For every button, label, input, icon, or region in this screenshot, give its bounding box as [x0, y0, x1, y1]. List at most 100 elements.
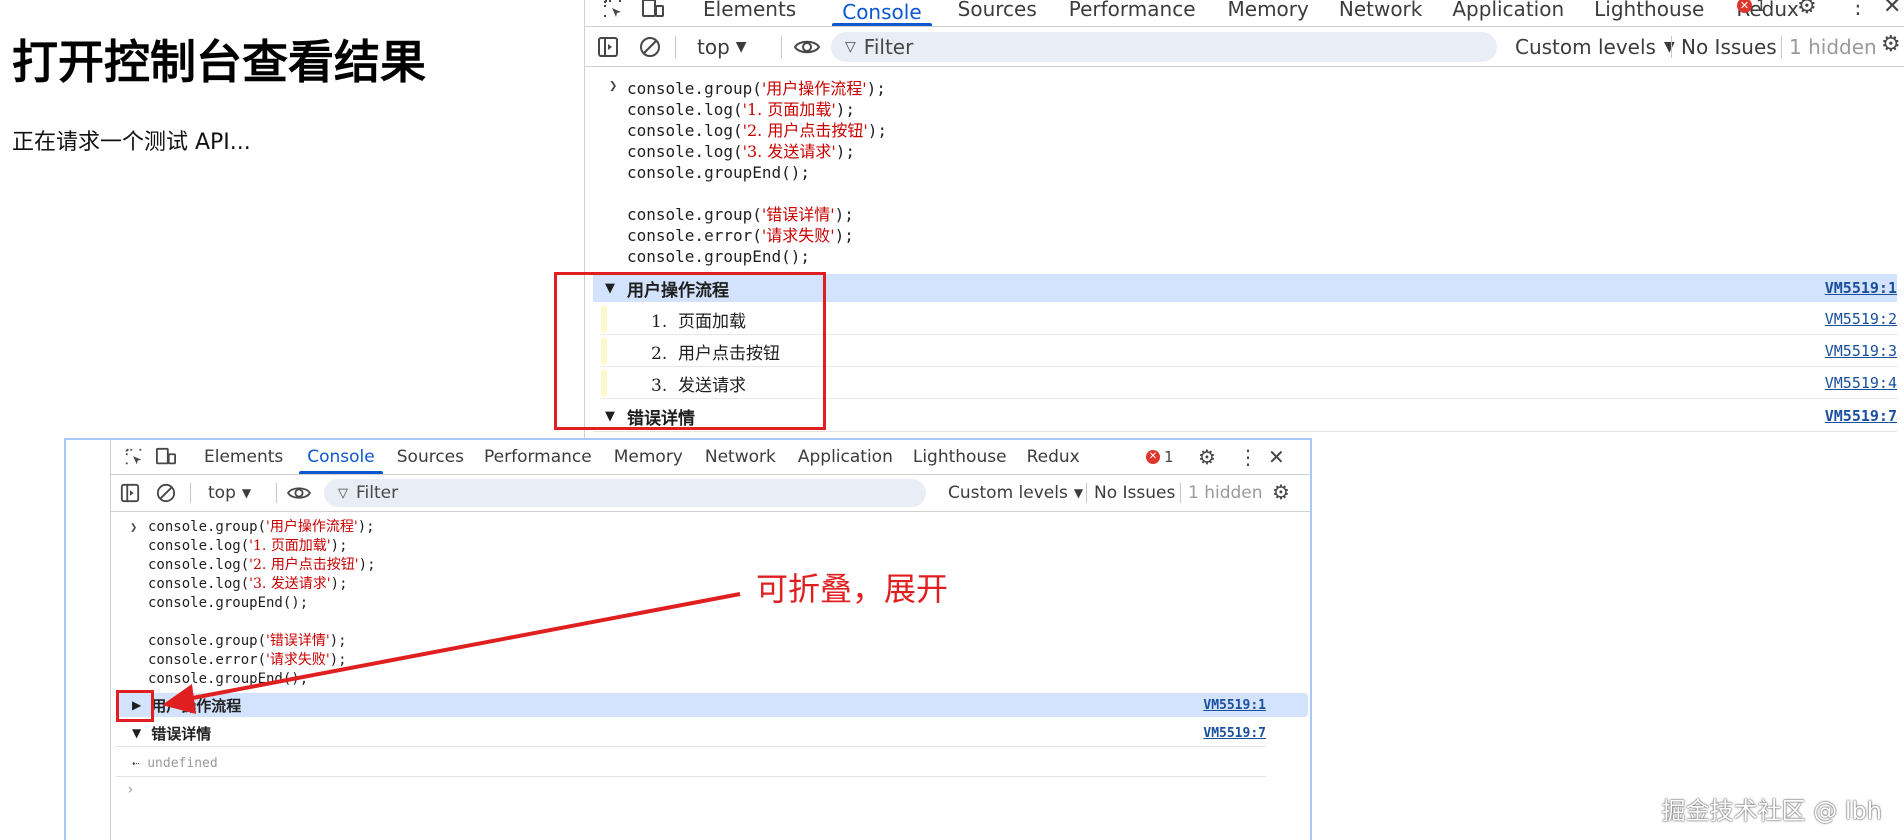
code-line: console.group('用户操作流程');: [148, 519, 375, 535]
filter-icon: ▽: [845, 39, 856, 55]
source-link[interactable]: VM5519:1: [1825, 279, 1897, 297]
tab-sources[interactable]: Sources: [958, 0, 1037, 23]
device-toolbar-icon[interactable]: [150, 440, 182, 474]
device-toolbar-icon[interactable]: [633, 0, 673, 26]
tab-lighthouse[interactable]: Lighthouse: [913, 440, 1007, 474]
settings-gear-icon[interactable]: ⚙: [1797, 0, 1817, 19]
watermark: 掘金技术社区 @ lbh: [1661, 797, 1882, 825]
log-levels-dropdown[interactable]: Custom levels ▼: [1515, 35, 1675, 59]
code-line: console.error('请求失败');: [148, 652, 347, 668]
tab-memory[interactable]: Memory: [1228, 0, 1309, 23]
console-result-row: ⇠ undefined: [116, 750, 1266, 777]
tab-performance[interactable]: Performance: [484, 440, 592, 474]
close-devtools-icon[interactable]: ✕: [1268, 445, 1285, 469]
tab-sources[interactable]: Sources: [397, 440, 464, 474]
return-value: undefined: [147, 755, 218, 771]
console-settings-gear-icon[interactable]: ⚙: [1881, 32, 1901, 57]
live-expression-eye-icon[interactable]: [286, 483, 312, 503]
sidebar-toggle-icon[interactable]: [120, 483, 140, 503]
filter-placeholder: Filter: [356, 483, 399, 503]
log-levels-label: Custom levels: [948, 483, 1068, 503]
group-label: 用户操作流程: [151, 696, 242, 715]
issues-button[interactable]: No Issues: [1094, 483, 1175, 503]
toolbar-divider: [276, 483, 277, 503]
toolbar-divider: [1671, 36, 1672, 58]
source-link[interactable]: VM5519:1: [1203, 698, 1266, 713]
tab-elements[interactable]: Elements: [204, 440, 283, 474]
filter-input[interactable]: ▽ Filter: [324, 479, 926, 507]
error-icon: ✕: [1737, 0, 1752, 13]
source-link[interactable]: VM5519:7: [1203, 726, 1266, 741]
filter-input[interactable]: ▽ Filter: [831, 32, 1497, 62]
dropdown-arrow-icon: ▼: [241, 486, 252, 500]
tab-performance[interactable]: Performance: [1069, 0, 1196, 23]
console-prompt-icon[interactable]: ›: [126, 782, 134, 798]
code-line: console.log('1. 页面加载');: [148, 538, 348, 554]
sidebar-toggle-icon[interactable]: [597, 36, 619, 58]
filter-placeholder: Filter: [863, 35, 914, 59]
live-expression-eye-icon[interactable]: [793, 36, 821, 58]
annotation-highlight-box: [554, 272, 826, 430]
code-line: console.groupEnd();: [148, 595, 309, 611]
tab-console[interactable]: Console: [299, 440, 383, 474]
inspect-element-icon[interactable]: [593, 0, 633, 26]
context-label: top: [697, 35, 730, 59]
group-label: 错误详情: [151, 724, 212, 743]
tab-elements[interactable]: Elements: [703, 0, 796, 23]
tab-console[interactable]: Console: [832, 0, 933, 26]
source-link[interactable]: VM5519:4: [1825, 374, 1897, 392]
tab-application[interactable]: Application: [798, 440, 893, 474]
tab-network[interactable]: Network: [1339, 0, 1423, 23]
settings-gear-icon[interactable]: ⚙: [1198, 445, 1216, 469]
console-group-user-flow[interactable]: ▶ 用户操作流程 VM5519:1: [116, 693, 1308, 717]
inspect-element-icon[interactable]: [118, 440, 150, 474]
close-devtools-icon[interactable]: ✕: [1883, 0, 1901, 19]
toolbar-divider: [1781, 36, 1782, 58]
error-count-badge[interactable]: ✕ 1: [1737, 0, 1766, 15]
annotation-highlight-box: [116, 690, 154, 722]
devtools-tabbar: Elements Console Sources Performance Mem…: [110, 440, 1310, 475]
devtools-tabbar: Elements Console Sources Performance Mem…: [585, 0, 1904, 27]
code-line: console.groupEnd();: [627, 163, 811, 182]
more-options-icon[interactable]: ⋮: [1238, 445, 1258, 469]
code-line: console.log('1. 页面加载');: [627, 100, 856, 119]
error-count: 1: [1756, 0, 1767, 15]
code-line: console.groupEnd();: [627, 247, 811, 266]
page-status-text: 正在请求一个测试 API...: [12, 130, 251, 155]
issues-button[interactable]: No Issues: [1681, 35, 1777, 59]
hidden-count: 1 hidden: [1789, 35, 1877, 59]
clear-console-icon[interactable]: [156, 483, 176, 503]
context-label: top: [208, 483, 236, 503]
toolbar-divider: [1086, 483, 1087, 503]
log-levels-dropdown[interactable]: Custom levels ▼: [948, 483, 1083, 503]
context-selector[interactable]: top ▼: [208, 483, 251, 503]
code-line: console.error('请求失败');: [627, 226, 854, 245]
clear-console-icon[interactable]: [639, 36, 661, 58]
console-input-code: console.group('用户操作流程'); console.log('1.…: [627, 78, 887, 267]
code-line: console.groupEnd();: [148, 671, 309, 687]
input-prompt-icon: ❯: [609, 78, 618, 94]
page-gutter: [66, 440, 111, 840]
toolbar-divider: [781, 36, 782, 58]
tab-application[interactable]: Application: [1452, 0, 1564, 23]
source-link[interactable]: VM5519:7: [1825, 407, 1897, 425]
expand-triangle-icon[interactable]: ▼: [132, 726, 141, 740]
log-levels-label: Custom levels: [1515, 35, 1656, 59]
error-count-badge[interactable]: ✕ 1: [1146, 448, 1174, 466]
code-line: console.log('3. 发送请求');: [627, 142, 856, 161]
source-link[interactable]: VM5519:2: [1825, 310, 1897, 328]
dropdown-arrow-icon: ▼: [1073, 486, 1084, 500]
context-selector[interactable]: top ▼: [697, 35, 747, 59]
more-options-icon[interactable]: ⋮: [1847, 0, 1869, 19]
tab-network[interactable]: Network: [705, 440, 776, 474]
dropdown-arrow-icon: ▼: [1663, 39, 1675, 55]
source-link[interactable]: VM5519:3: [1825, 342, 1897, 360]
tab-redux[interactable]: Redux: [1027, 440, 1080, 474]
toolbar-divider: [1180, 483, 1181, 503]
tab-lighthouse[interactable]: Lighthouse: [1594, 0, 1704, 23]
console-group-error-details[interactable]: ▼ 错误详情 VM5519:7: [116, 720, 1266, 747]
console-settings-gear-icon[interactable]: ⚙: [1272, 480, 1290, 504]
tab-memory[interactable]: Memory: [614, 440, 683, 474]
